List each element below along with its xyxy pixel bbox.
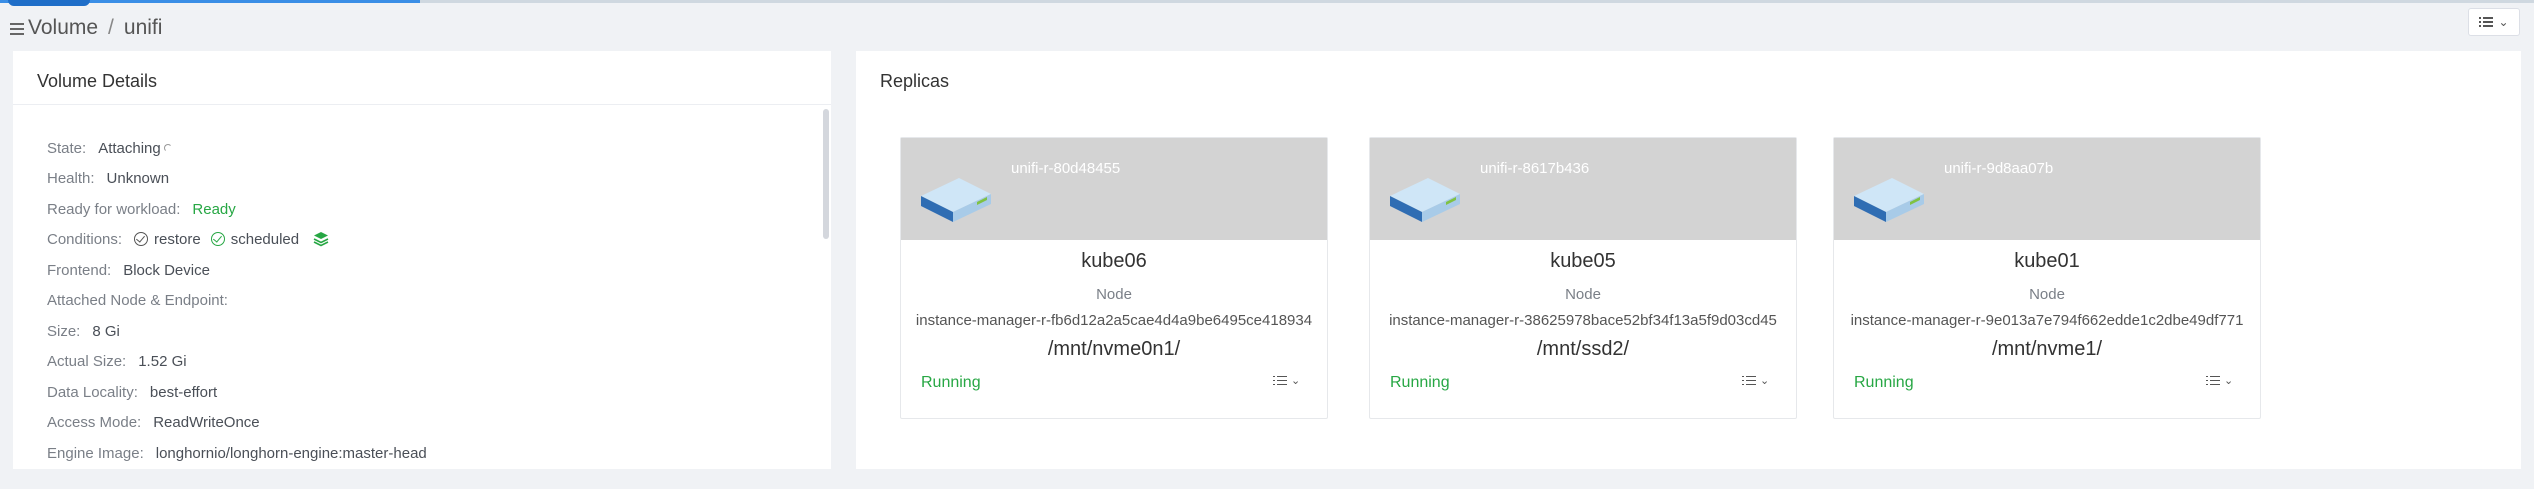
- engine-image-value: longhornio/longhorn-engine:master-head: [155, 444, 427, 462]
- replica-status: Running: [1854, 374, 1914, 391]
- ready-value: Ready: [192, 200, 236, 218]
- attached-label: Attached Node & Endpoint:: [47, 291, 228, 309]
- detail-conditions: Conditions: restore scheduled: [47, 227, 329, 251]
- list-menu-icon: [1273, 375, 1287, 386]
- volume-details-title: Volume Details: [37, 71, 158, 91]
- list-menu-icon: [1742, 375, 1756, 386]
- replica-node[interactable]: kube05: [1370, 250, 1796, 273]
- actual-size-label: Actual Size:: [47, 352, 127, 370]
- frontend-value: Block Device: [123, 261, 210, 279]
- detail-size: Size: 8 Gi: [47, 319, 120, 343]
- layers-icon[interactable]: [313, 231, 329, 247]
- size-label: Size:: [47, 322, 81, 340]
- state-value: Attaching: [98, 139, 161, 157]
- replicas-title: Replicas: [880, 71, 950, 91]
- detail-frontend: Frontend: Block Device: [47, 258, 210, 282]
- breadcrumb: Volume / unifi: [10, 13, 162, 43]
- actions-menu-button[interactable]: ⌄: [2468, 8, 2520, 36]
- replica-node[interactable]: kube01: [1834, 250, 2260, 273]
- list-menu-icon: [2479, 17, 2494, 27]
- access-mode-value: ReadWriteOnce: [153, 413, 260, 431]
- replica-status: Running: [921, 374, 981, 391]
- size-value: 8 Gi: [92, 322, 120, 340]
- detail-state: State: Attaching: [47, 136, 172, 160]
- replica-path: /mnt/ssd2/: [1536, 338, 1630, 360]
- engine-image-label: Engine Image:: [47, 444, 144, 462]
- replica-name: unifi-r-80d48455: [1011, 160, 1121, 177]
- ready-label: Ready for workload:: [47, 200, 181, 218]
- replica-instance-manager: instance-manager-r-9e013a7e794f662edde1c…: [1850, 312, 2244, 329]
- data-locality-label: Data Locality:: [47, 383, 138, 401]
- breadcrumb-current: unifi: [123, 16, 163, 39]
- detail-attached: Attached Node & Endpoint:: [47, 288, 240, 312]
- replica-card[interactable]: unifi-r-8617b436 kube05 Node instance-ma…: [1369, 137, 1797, 419]
- access-mode-label: Access Mode:: [47, 413, 142, 431]
- check-circle-icon: [210, 232, 225, 246]
- breadcrumb-separator: /: [108, 16, 114, 39]
- replica-name: unifi-r-8617b436: [1480, 160, 1590, 177]
- chevron-down-icon: ⌄: [2224, 375, 2234, 387]
- detail-engine-image: Engine Image: longhornio/longhorn-engine…: [47, 441, 427, 465]
- loading-spinner-icon: [163, 144, 172, 152]
- volume-list-icon: [10, 20, 24, 36]
- replica-node-label: Node: [2029, 286, 2065, 303]
- check-circle-icon: [134, 232, 149, 246]
- details-scrollbar[interactable]: [823, 109, 829, 239]
- replica-actions-button[interactable]: ⌄: [1742, 374, 1769, 387]
- data-locality-value: best-effort: [149, 383, 218, 401]
- replica-node-label: Node: [1565, 286, 1601, 303]
- replica-actions-button[interactable]: ⌄: [2206, 374, 2233, 387]
- health-label: Health:: [47, 169, 95, 187]
- top-progress-bar: [0, 0, 2534, 6]
- health-value: Unknown: [106, 169, 170, 187]
- replica-status: Running: [1390, 374, 1450, 391]
- replica-node-label: Node: [1096, 286, 1132, 303]
- bottom-panel-edge: [0, 489, 2534, 497]
- disk-icon: [1390, 178, 1460, 222]
- chevron-down-icon: ⌄: [1760, 375, 1770, 387]
- replica-name: unifi-r-9d8aa07b: [1944, 160, 2054, 177]
- detail-actual-size: Actual Size: 1.52 Gi: [47, 349, 187, 373]
- condition-restore: restore: [134, 231, 201, 248]
- condition-scheduled-text: scheduled: [230, 230, 300, 248]
- condition-scheduled: scheduled: [210, 230, 300, 248]
- replica-card[interactable]: unifi-r-9d8aa07b kube01 Node instance-ma…: [1833, 137, 2261, 419]
- disk-icon: [921, 178, 991, 222]
- panel-divider: [13, 104, 831, 105]
- top-tab-pill[interactable]: [8, 0, 90, 6]
- replica-card[interactable]: unifi-r-80d48455 kube06 Node instance-ma…: [900, 137, 1328, 419]
- condition-restore-text: restore: [154, 230, 201, 248]
- disk-icon: [1854, 178, 1924, 222]
- replica-instance-manager: instance-manager-r-38625978bace52bf34f13…: [1389, 312, 1777, 329]
- replica-actions-button[interactable]: ⌄: [1273, 374, 1300, 387]
- detail-health: Health: Unknown: [47, 166, 169, 190]
- breadcrumb-root-link[interactable]: Volume: [28, 16, 98, 40]
- replicas-panel: Replicas unifi-r-80d48455 kube06 Node in…: [856, 51, 2521, 469]
- replica-path: /mnt/nvme1/: [1991, 338, 2103, 360]
- list-menu-icon: [2206, 375, 2220, 386]
- detail-ready: Ready for workload: Ready: [47, 197, 236, 221]
- replica-instance-manager: instance-manager-r-fb6d12a2a5cae4d4a9be6…: [915, 312, 1313, 329]
- state-label: State:: [47, 139, 87, 157]
- chevron-down-icon: ⌄: [1291, 375, 1301, 387]
- detail-access-mode: Access Mode: ReadWriteOnce: [47, 410, 260, 434]
- conditions-label: Conditions:: [47, 230, 123, 248]
- frontend-label: Frontend:: [47, 261, 112, 279]
- replica-path: /mnt/nvme0n1/: [1047, 338, 1181, 360]
- volume-details-panel: Volume Details State: Attaching Health: …: [13, 51, 831, 469]
- replica-node[interactable]: kube06: [901, 250, 1327, 273]
- actual-size-value: 1.52 Gi: [138, 352, 187, 370]
- chevron-down-icon: ⌄: [2498, 15, 2509, 29]
- detail-data-locality: Data Locality: best-effort: [47, 380, 217, 404]
